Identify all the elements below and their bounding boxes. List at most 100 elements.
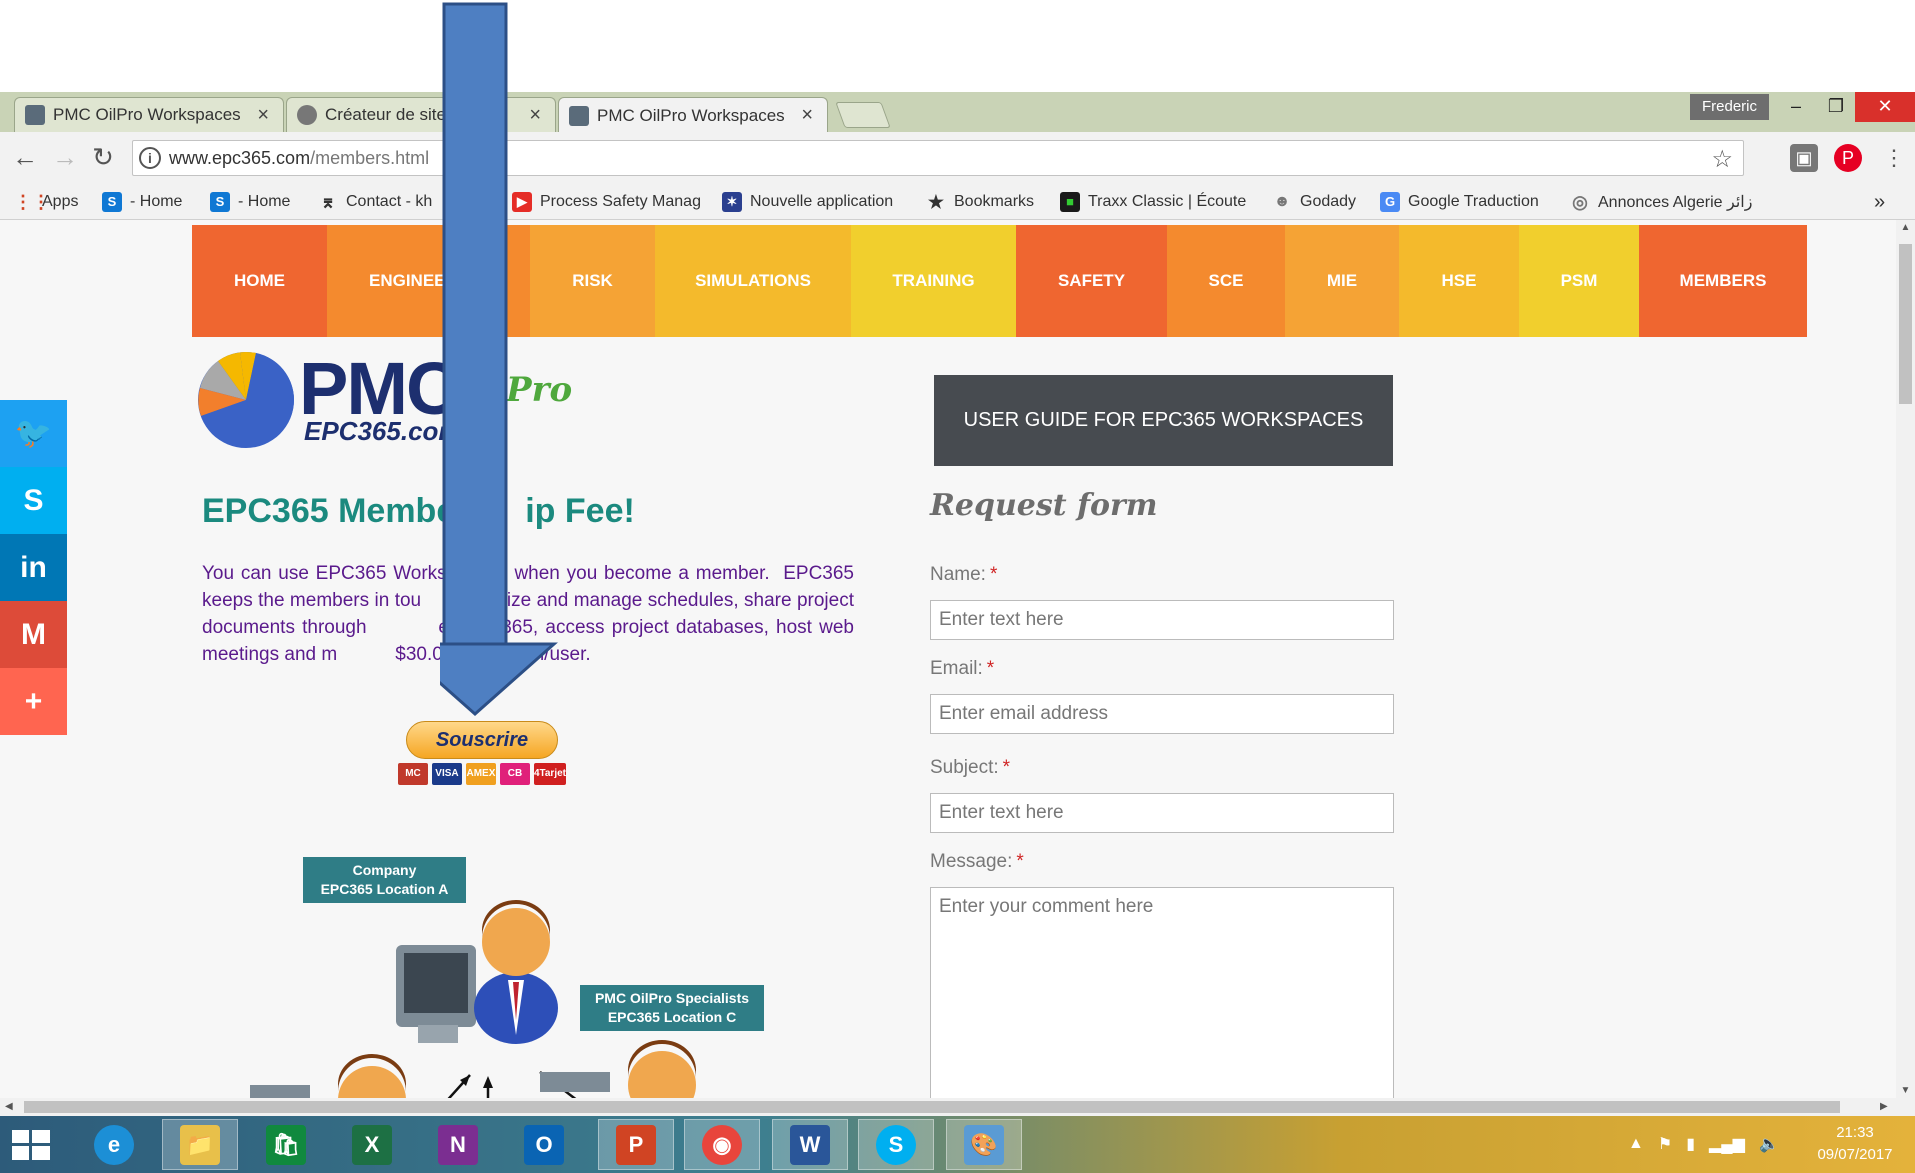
scroll-down-icon[interactable]: ▼ [1896,1085,1915,1096]
menu-item-psm[interactable]: PSM [1519,225,1639,337]
godaddy-icon: ☻ [1273,193,1291,210]
vertical-scrollbar[interactable]: ▲ ▼ [1896,220,1915,1098]
windows-start-icon[interactable] [12,1130,50,1160]
site-info-icon[interactable]: i [139,147,161,169]
forward-button[interactable]: → [50,142,80,172]
windows-taskbar: e 📁 🛍 X N O P ◉ W S 🎨 ▲ ⚑ ▮ ▂▄▆ 🔈 21:33 … [0,1116,1915,1173]
bookmark-label: Godady [1300,193,1357,210]
linkedin-icon: in [20,550,47,584]
bookmark-nouvelle-application[interactable]: ✶ Nouvelle application [722,189,893,215]
excel-icon: X [352,1124,392,1165]
user-guide-button[interactable]: USER GUIDE FOR EPC365 WORKSPACES [934,375,1393,466]
tab-title: PMC OilPro Workspaces [53,105,241,124]
close-icon[interactable]: × [257,104,269,127]
window-close-button[interactable]: ✕ [1855,92,1915,122]
taskbar-internet-explorer[interactable]: e [76,1119,152,1170]
outlook-icon: O [524,1124,564,1165]
bookmark-sharepoint-home-1[interactable]: S - Home [102,189,182,215]
traxx-icon: ■ [1060,192,1080,212]
twitter-share-button[interactable]: 🐦 [0,400,67,467]
pmc-favicon-icon [25,105,45,125]
name-field[interactable] [930,600,1394,640]
url-path: /members.html [310,147,430,168]
taskbar-powerpoint[interactable]: P [598,1119,674,1170]
show-hidden-icons-icon[interactable]: ▲ [1628,1135,1644,1153]
more-share-button[interactable]: + [0,668,67,735]
address-bar[interactable]: i www.epc365.com/members.html ☆ [132,140,1744,176]
menu-item-home[interactable]: HOME [192,225,327,337]
email-field[interactable] [930,694,1394,734]
required-mark: * [1002,757,1011,778]
subject-field[interactable] [930,793,1394,833]
restore-button[interactable]: ❐ [1816,92,1856,122]
bookmark-label: Google Traduction [1408,193,1539,210]
bookmark-star-icon[interactable]: ☆ [1711,145,1733,174]
gmail-share-button[interactable]: M [0,601,67,668]
menu-item-safety[interactable]: SAFETY [1016,225,1167,337]
clock-date: 09/07/2017 [1817,1146,1893,1163]
bookmark-traxx[interactable]: ■ Traxx Classic | Écoute [1060,189,1252,215]
back-button[interactable]: ← [10,142,40,172]
subscribe-button[interactable]: Souscrire [406,721,558,759]
taskbar-outlook[interactable]: O [506,1119,582,1170]
menu-item-hse[interactable]: HSE [1399,225,1519,337]
new-tab-button[interactable] [835,102,891,128]
menu-item-training[interactable]: TRAINING [851,225,1016,337]
visa-icon: VISA [431,763,462,785]
clock-time: 21:33 [1836,1124,1874,1141]
extension-icon[interactable]: ▣ [1790,144,1818,172]
scroll-thumb[interactable] [24,1101,1840,1113]
subject-label: Subject: * [930,757,1010,779]
action-center-flag-icon[interactable]: ⚑ [1658,1134,1672,1154]
taskbar-clock[interactable]: 21:33 09/07/2017 [1800,1122,1910,1166]
bookmark-godady[interactable]: ☻ Godady [1272,189,1356,215]
menu-item-simulations[interactable]: SIMULATIONS [655,225,851,337]
url-text: www.epc365.com/members.html [169,148,429,169]
skype-icon: S [876,1124,916,1165]
menu-item-mie[interactable]: MIE [1285,225,1399,337]
message-field[interactable] [930,887,1394,1098]
volume-icon[interactable]: 🔈 [1759,1134,1779,1154]
tab-pmc-oilpro-1[interactable]: PMC OilPro Workspaces × [14,97,284,132]
scroll-up-icon[interactable]: ▲ [1896,222,1915,233]
system-tray: ▲ ⚑ ▮ ▂▄▆ 🔈 [1628,1126,1779,1162]
pinterest-icon[interactable]: P [1834,144,1862,172]
scroll-right-icon[interactable]: ▶ [1880,1098,1888,1116]
bookmarks-overflow-button[interactable]: » [1874,189,1885,215]
tab-pmc-oilpro-active[interactable]: PMC OilPro Workspaces × [558,97,828,133]
skype-share-button[interactable]: S [0,467,67,534]
scroll-left-icon[interactable]: ◀ [5,1098,13,1116]
bookmark-bookmarks[interactable]: ★ Bookmarks [926,189,1034,215]
taskbar-excel[interactable]: X [334,1119,410,1170]
bookmark-sharepoint-home-2[interactable]: S - Home [210,189,290,215]
taskbar-paint[interactable]: 🎨 [946,1119,1022,1170]
bookmark-apps[interactable]: ⋮⋮ Apps [14,189,78,215]
taskbar-file-explorer[interactable]: 📁 [162,1119,238,1170]
bookmark-label: Traxx Classic | Écoute [1088,193,1247,210]
bookmark-contact[interactable]: ⌆ Contact - kh [318,189,448,215]
taskbar-onenote[interactable]: N [420,1119,496,1170]
4tarjet-icon: 4Tarjet [533,763,566,785]
battery-icon[interactable]: ▮ [1686,1134,1695,1154]
minimize-button[interactable]: – [1776,92,1816,122]
taskbar-word[interactable]: W [772,1119,848,1170]
powerpoint-icon: P [616,1124,656,1165]
scroll-thumb[interactable] [1899,244,1912,404]
linkedin-share-button[interactable]: in [0,534,67,601]
bookmark-annonces-algerie[interactable]: ◎ Annonces Algerie زائر [1570,189,1760,215]
close-icon[interactable]: × [801,104,813,127]
menu-item-members[interactable]: MEMBERS [1639,225,1807,337]
network-icon[interactable]: ▂▄▆ [1709,1134,1745,1154]
bookmark-google-traduction[interactable]: G Google Traduction [1380,189,1539,215]
chrome-menu-icon[interactable]: ⋮ [1880,144,1908,172]
taskbar-store[interactable]: 🛍 [248,1119,324,1170]
social-share-bar: 🐦 S in M + [0,400,67,735]
reload-button[interactable]: ↻ [88,142,118,172]
menu-item-sce[interactable]: SCE [1167,225,1285,337]
taskbar-chrome[interactable]: ◉ [684,1119,760,1170]
taskbar-skype[interactable]: S [858,1119,934,1170]
more-share-icon: + [24,684,43,718]
horizontal-scrollbar[interactable]: ◀ ▶ [0,1098,1915,1116]
star-icon: ★ [927,192,945,212]
profile-button[interactable]: Frederic [1690,94,1770,120]
